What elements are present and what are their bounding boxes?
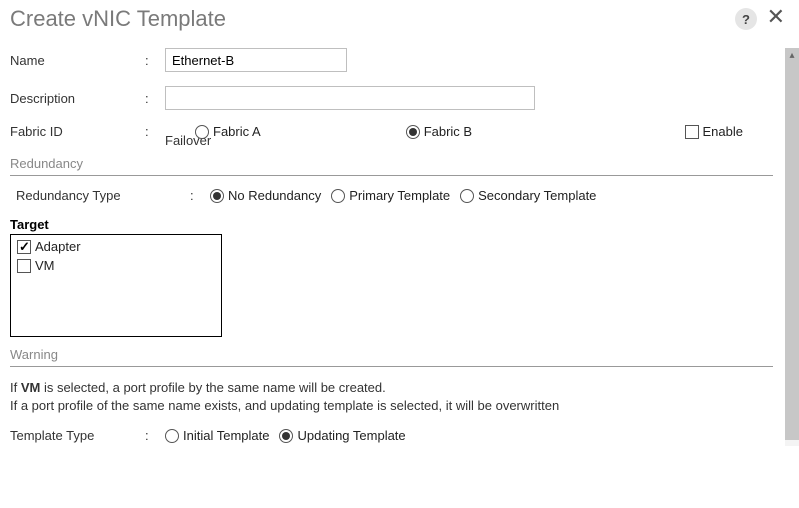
fabric-a-label: Fabric A bbox=[213, 124, 261, 139]
radio-icon bbox=[331, 189, 345, 203]
adapter-label: Adapter bbox=[35, 239, 81, 254]
radio-icon bbox=[165, 429, 179, 443]
row-template-type: Template Type : Initial Template Updatin… bbox=[10, 428, 773, 443]
checkbox-icon bbox=[17, 259, 31, 273]
radio-fabric-b[interactable]: Fabric B bbox=[406, 124, 472, 139]
radio-icon bbox=[210, 189, 224, 203]
radio-primary-template[interactable]: Primary Template bbox=[331, 188, 450, 203]
radio-secondary-template[interactable]: Secondary Template bbox=[460, 188, 596, 203]
target-item-vm[interactable]: VM bbox=[17, 258, 215, 273]
radio-icon bbox=[406, 125, 420, 139]
radio-fabric-a[interactable]: Fabric A bbox=[195, 124, 261, 139]
name-label: Name bbox=[10, 53, 145, 68]
radio-initial-template[interactable]: Initial Template bbox=[165, 428, 269, 443]
close-icon[interactable]: ✕ bbox=[767, 6, 785, 28]
redundancy-type-label: Redundancy Type bbox=[10, 188, 190, 203]
radio-icon bbox=[279, 429, 293, 443]
description-input[interactable] bbox=[165, 86, 535, 110]
vm-label: VM bbox=[35, 258, 55, 273]
redundancy-section-title: Redundancy bbox=[10, 156, 773, 171]
dialog-title: Create vNIC Template bbox=[10, 6, 226, 32]
updating-template-label: Updating Template bbox=[297, 428, 405, 443]
checkbox-icon bbox=[685, 125, 699, 139]
no-redundancy-label: No Redundancy bbox=[228, 188, 321, 203]
warn-line1-a: If bbox=[10, 380, 21, 395]
section-divider bbox=[10, 175, 773, 176]
radio-no-redundancy[interactable]: No Redundancy bbox=[210, 188, 321, 203]
secondary-template-label: Secondary Template bbox=[478, 188, 596, 203]
warning-section-title: Warning bbox=[10, 347, 773, 362]
primary-template-label: Primary Template bbox=[349, 188, 450, 203]
description-label: Description bbox=[10, 91, 145, 106]
radio-updating-template[interactable]: Updating Template bbox=[279, 428, 405, 443]
target-label: Target bbox=[10, 217, 773, 232]
enable-label: Enable bbox=[703, 124, 743, 139]
radio-icon bbox=[195, 125, 209, 139]
radio-icon bbox=[460, 189, 474, 203]
checkbox-enable-failover[interactable]: Enable bbox=[685, 124, 743, 139]
colon: : bbox=[145, 91, 165, 106]
target-item-adapter[interactable]: Adapter bbox=[17, 239, 215, 254]
section-divider bbox=[10, 366, 773, 367]
dialog-content: Name : Description : Fabric ID : Fabric … bbox=[10, 48, 777, 508]
warn-line1-c: is selected, a port profile by the same … bbox=[40, 380, 385, 395]
checkbox-icon bbox=[17, 240, 31, 254]
row-description: Description : bbox=[10, 86, 773, 110]
fabric-label: Fabric ID bbox=[10, 124, 145, 139]
scrollbar-thumb[interactable] bbox=[785, 48, 799, 440]
colon: : bbox=[145, 53, 165, 68]
row-name: Name : bbox=[10, 48, 773, 72]
warn-line1-b: VM bbox=[21, 380, 41, 395]
colon: : bbox=[145, 428, 165, 443]
name-input[interactable] bbox=[165, 48, 347, 72]
target-listbox[interactable]: Adapter VM bbox=[10, 234, 222, 337]
template-type-label: Template Type bbox=[10, 428, 145, 443]
help-button[interactable]: ? bbox=[735, 8, 757, 30]
row-fabric-id: Fabric ID : Fabric A Fabric B Enable bbox=[10, 124, 773, 139]
warn-line2: If a port profile of the same name exist… bbox=[10, 397, 773, 415]
colon: : bbox=[190, 188, 210, 203]
colon: : bbox=[145, 124, 165, 139]
scroll-up-icon[interactable]: ▴ bbox=[785, 50, 799, 61]
fabric-b-label: Fabric B bbox=[424, 124, 472, 139]
warning-text: If VM is selected, a port profile by the… bbox=[10, 379, 773, 414]
initial-template-label: Initial Template bbox=[183, 428, 269, 443]
row-redundancy-type: Redundancy Type : No Redundancy Primary … bbox=[10, 188, 773, 203]
